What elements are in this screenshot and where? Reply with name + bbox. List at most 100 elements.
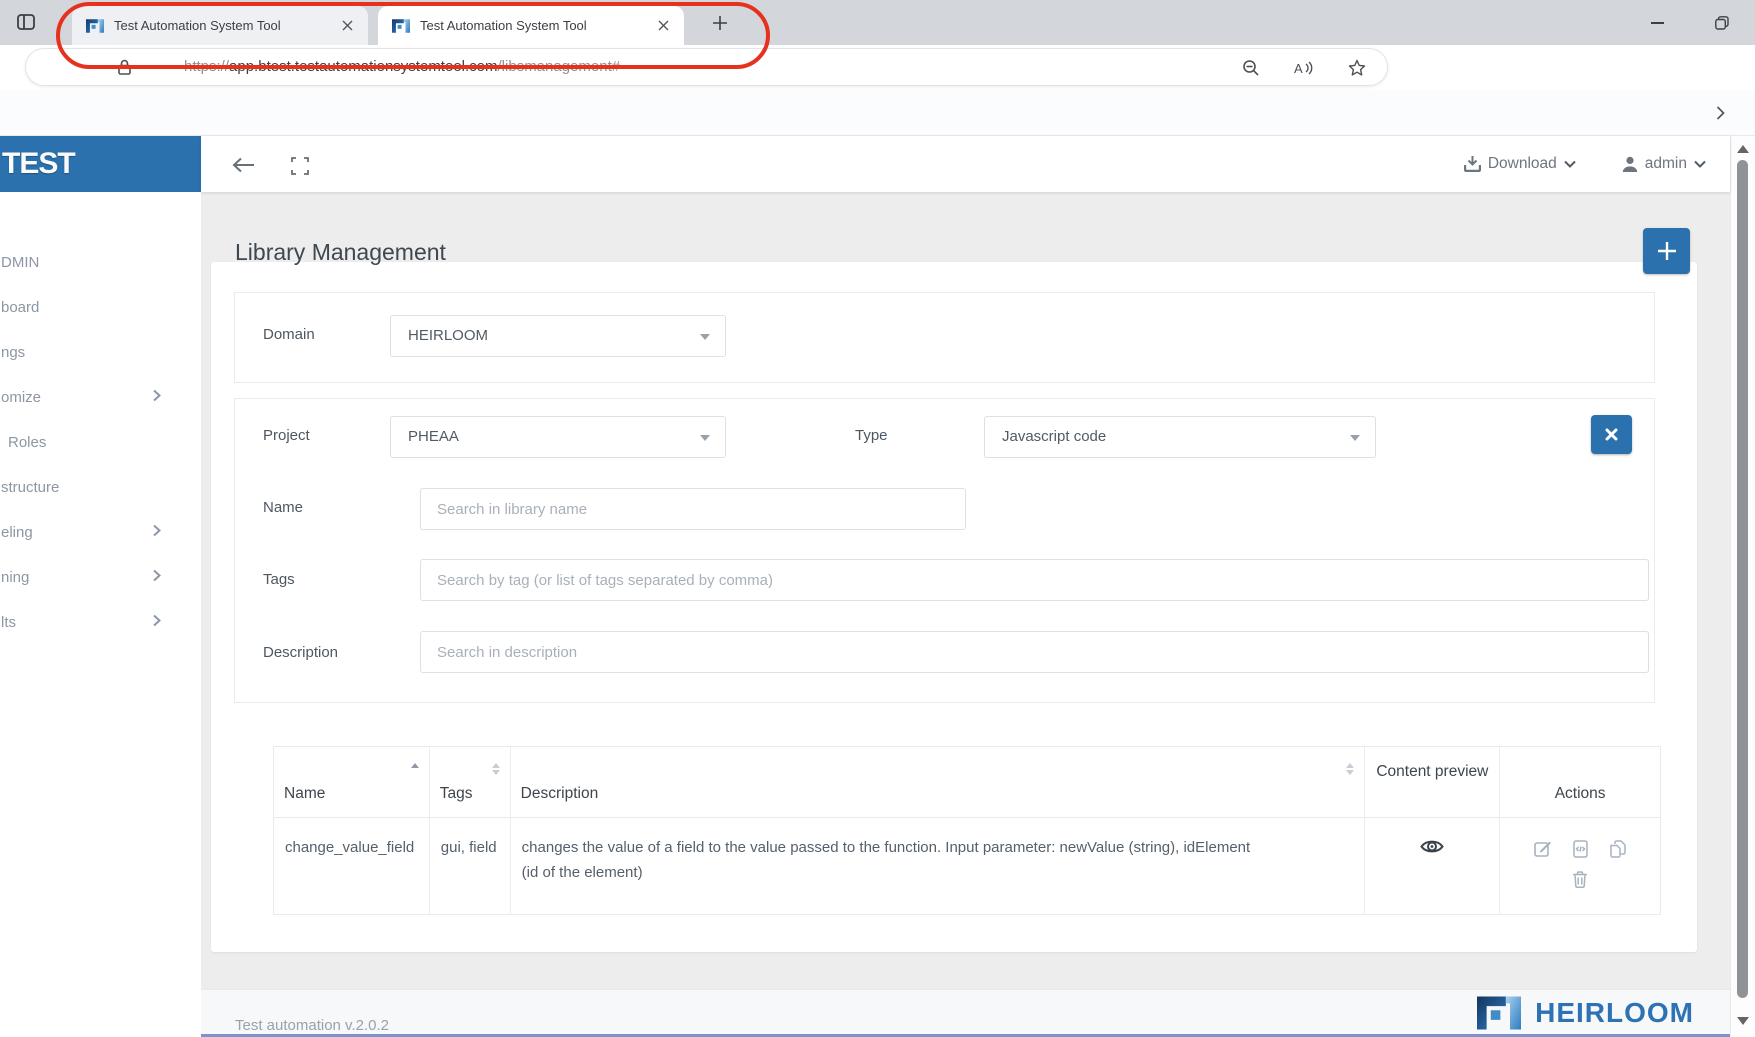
version-text: Test automation v.2.0.2 — [235, 1017, 389, 1034]
expand-chevron-icon[interactable] — [1710, 103, 1730, 123]
edit-icon[interactable] — [1533, 840, 1552, 858]
sidebar-item-results[interactable]: lts — [0, 600, 201, 645]
read-aloud-icon[interactable]: A — [1292, 56, 1316, 80]
cell-name: change_value_field — [274, 818, 429, 914]
browser-tab-1[interactable]: Test Automation System Tool — [72, 6, 368, 45]
tab-close-icon[interactable] — [654, 17, 672, 35]
domain-box: Domain HEIRLOOM — [234, 292, 1655, 383]
tags-search-input[interactable] — [420, 559, 1649, 601]
app-logo-text: TEST — [2, 147, 76, 180]
column-label: Actions — [1554, 785, 1606, 802]
page-title: Library Management — [235, 239, 446, 265]
filters-box: Project PHEAA Type Javascript code Name … — [234, 398, 1655, 703]
new-tab-button[interactable] — [706, 9, 734, 37]
column-header-tags[interactable]: Tags — [428, 747, 510, 817]
back-arrow-icon[interactable] — [229, 153, 259, 177]
favorite-star-icon[interactable] — [1345, 56, 1369, 80]
column-label: Content preview — [1376, 763, 1489, 780]
header-actions: Download admin — [1463, 136, 1706, 192]
download-icon — [1463, 156, 1481, 172]
copy-icon[interactable] — [1609, 840, 1627, 858]
tab-title: Test Automation System Tool — [420, 18, 587, 33]
column-label: Tags — [439, 785, 473, 802]
scrollbar-thumb[interactable] — [1737, 160, 1748, 998]
code-file-icon[interactable] — [1572, 840, 1588, 858]
browser-tab-2[interactable]: Test Automation System Tool — [378, 6, 684, 45]
tags-label: Tags — [263, 571, 295, 588]
delete-icon[interactable] — [1572, 871, 1588, 888]
domain-value: HEIRLOOM — [408, 327, 489, 344]
tab-close-icon[interactable] — [338, 17, 356, 35]
sidebar-item-planning[interactable]: ning — [0, 555, 201, 600]
scrollbar-down-arrow[interactable] — [1737, 1017, 1749, 1025]
description-label: Description — [263, 644, 339, 661]
lock-icon[interactable] — [118, 59, 131, 75]
sidebar-item-admin[interactable]: DMIN — [0, 240, 201, 285]
sidebar-item-dashboard[interactable]: board — [0, 285, 201, 330]
chevron-right-icon — [153, 569, 161, 582]
window-restore-button[interactable] — [1694, 0, 1749, 45]
description-search-input[interactable] — [420, 631, 1649, 673]
column-header-description[interactable]: Description — [509, 747, 1365, 817]
sidebar-item-infrastructure[interactable]: structure — [0, 465, 201, 510]
library-name: change_value_field — [285, 839, 415, 856]
user-icon — [1622, 156, 1637, 172]
sidebar-item-label: omize — [1, 389, 42, 406]
column-header-name[interactable]: Name — [274, 747, 429, 817]
screen: Test Automation System Tool Test Automat… — [0, 0, 1755, 1037]
caret-down-icon — [700, 334, 710, 340]
table-row: change_value_field gui, field changes th… — [274, 818, 1660, 914]
sort-icon — [491, 763, 500, 775]
user-label: admin — [1644, 155, 1687, 172]
app-header: Download admin — [201, 136, 1730, 192]
sidebar-item-roles[interactable]: Roles — [0, 420, 201, 465]
brand-logo: HEIRLOOM — [1477, 996, 1694, 1030]
browser-tab-bar: Test Automation System Tool Test Automat… — [0, 0, 1755, 45]
user-menu[interactable]: admin — [1622, 155, 1706, 173]
sort-asc-icon — [410, 763, 419, 768]
clear-filters-button[interactable] — [1591, 415, 1632, 454]
sidebar-item-label: ngs — [1, 344, 26, 361]
sidebar-item-label: board — [1, 299, 40, 316]
sidebar-item-label: ning — [1, 569, 30, 586]
sort-icon — [1346, 763, 1355, 775]
fullscreen-icon[interactable] — [289, 155, 311, 177]
download-dropdown[interactable]: Download — [1463, 155, 1576, 173]
window-minimize-button[interactable] — [1630, 0, 1685, 45]
browser-secondary-bar — [0, 90, 1755, 136]
library-panel: Domain HEIRLOOM Project PHEAA Type Javas… — [211, 262, 1697, 952]
type-select[interactable]: Javascript code — [984, 416, 1376, 458]
address-bar[interactable]: https://app.btest.testautomationsystemto… — [25, 48, 1388, 86]
add-library-button[interactable] — [1643, 228, 1690, 274]
domain-select[interactable]: HEIRLOOM — [390, 315, 726, 357]
domain-label: Domain — [263, 326, 315, 343]
caret-down-icon — [700, 435, 710, 441]
project-select[interactable]: PHEAA — [390, 416, 726, 458]
app-logo[interactable]: TEST — [0, 136, 201, 192]
chevron-right-icon — [153, 524, 161, 537]
sidebar-item-modeling[interactable]: eling — [0, 510, 201, 555]
table-header-row: Name Tags Description Content preview Ac… — [274, 747, 1660, 818]
sidebar-item-customize[interactable]: omize — [0, 375, 201, 420]
tab-favicon — [392, 18, 410, 33]
sidebar-menu: DMIN board ngs omize Roles structure eli… — [0, 240, 201, 645]
sidebar-item-settings[interactable]: ngs — [0, 330, 201, 375]
tab-actions-menu-icon[interactable] — [14, 10, 38, 34]
name-search-input[interactable] — [420, 488, 966, 530]
sidebar-item-label: DMIN — [1, 254, 40, 271]
page-scrollbar[interactable] — [1730, 136, 1755, 1037]
url-text[interactable]: https://app.btest.testautomationsystemto… — [184, 58, 620, 75]
column-header-content-preview: Content preview — [1364, 747, 1499, 817]
name-label: Name — [263, 499, 304, 516]
url-domain: app.btest.testautomationsystemtool.com — [229, 58, 498, 75]
type-label: Type — [855, 427, 888, 444]
download-label: Download — [1487, 155, 1557, 172]
url-path: /libsmanagement# — [497, 58, 621, 75]
preview-eye-icon[interactable] — [1365, 838, 1499, 855]
app-footer: Test automation v.2.0.2 HEIRLOOM — [201, 989, 1730, 1037]
zoom-out-icon[interactable] — [1239, 56, 1263, 80]
sidebar-item-label: structure — [1, 479, 60, 496]
project-label: Project — [263, 427, 310, 444]
scrollbar-up-arrow[interactable] — [1737, 145, 1749, 153]
sidebar: TEST DMIN board ngs omize Roles structur… — [0, 136, 201, 1037]
